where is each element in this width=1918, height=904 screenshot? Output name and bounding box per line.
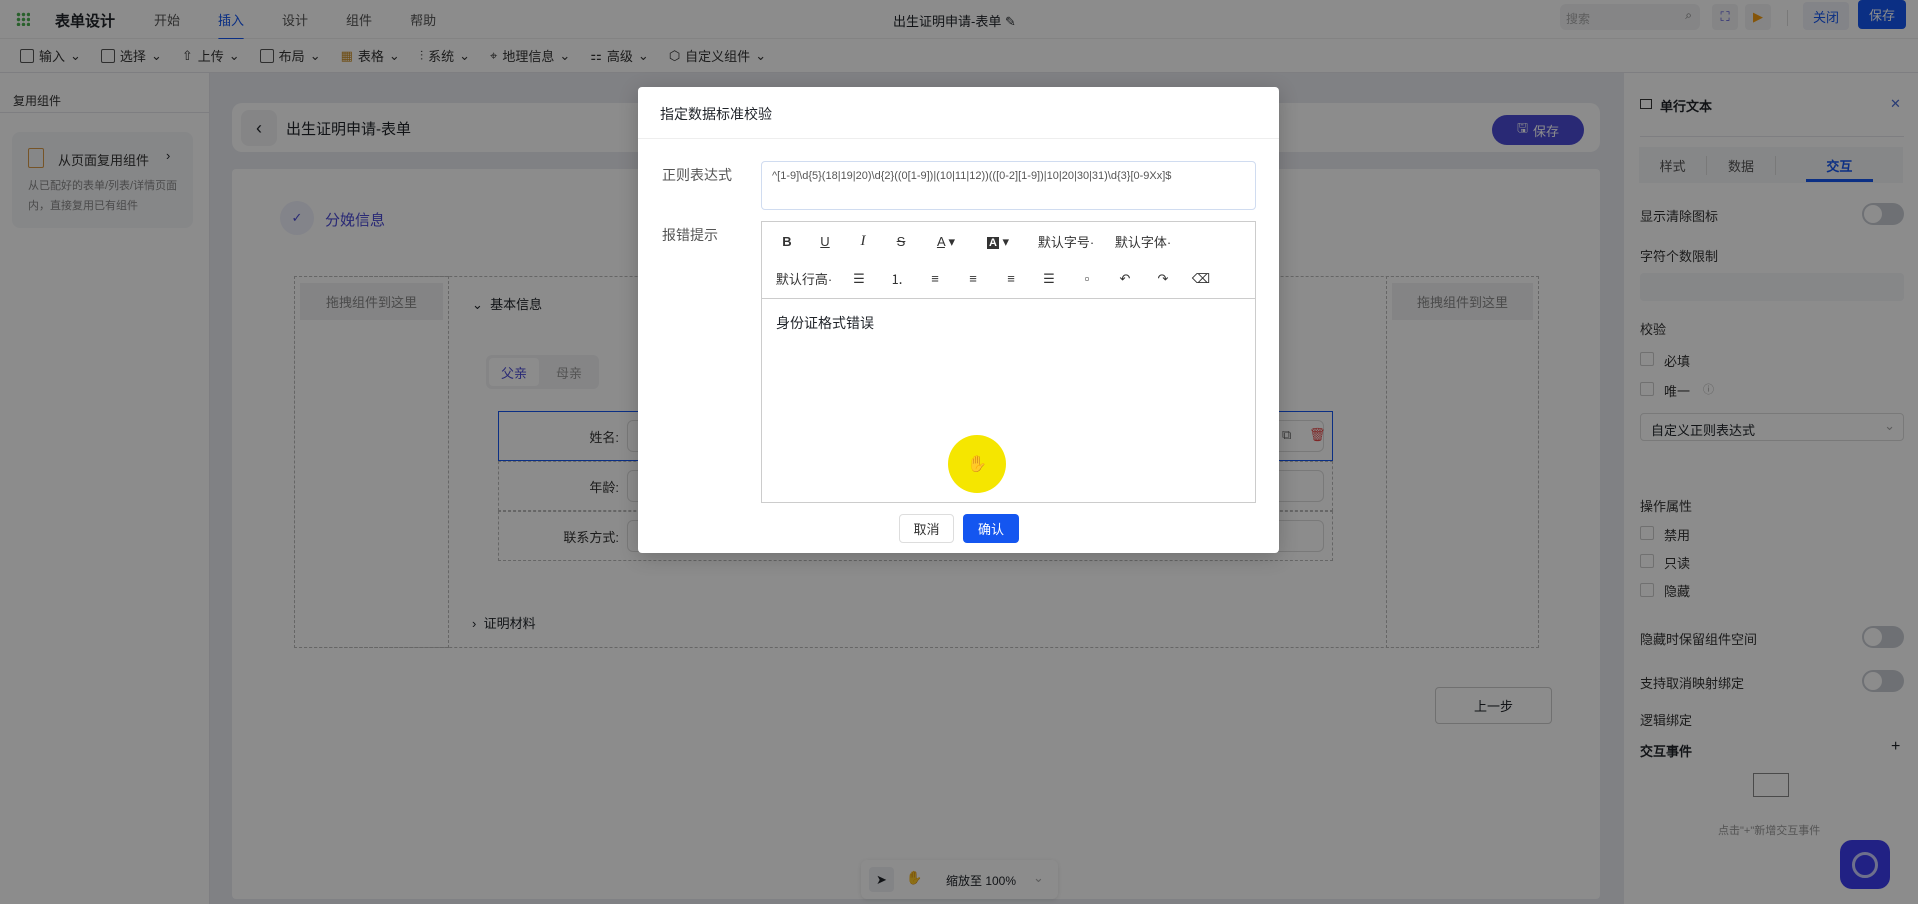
strikethrough-icon[interactable]: S [882, 234, 920, 249]
hand-cursor-icon: ✋ [967, 456, 987, 473]
rich-text-editor: B U I S A ▾ A ▾ 默认字号· 默认字体· 默认行高· ☰ ⒈ ≡ … [761, 221, 1256, 503]
confirm-button[interactable]: 确认 [963, 514, 1019, 543]
error-label: 报错提示 [662, 227, 718, 243]
bullet-list-icon[interactable]: ☰ [840, 271, 878, 287]
font-color-icon[interactable]: A ▾ [920, 234, 972, 250]
bold-icon[interactable]: B [768, 234, 806, 249]
font-size-select[interactable]: 默认字号· [1024, 232, 1108, 251]
italic-icon[interactable]: I [844, 233, 882, 250]
align-left-icon[interactable]: ≡ [916, 271, 954, 286]
cancel-button[interactable]: 取消 [899, 514, 954, 543]
font-family-select[interactable]: 默认字体· [1108, 232, 1178, 251]
regex-input[interactable]: ^[1-9]\d{5}(18|19|20)\d{2}((0[1-9])|(10|… [761, 161, 1256, 210]
align-justify-icon[interactable]: ☰ [1030, 271, 1068, 287]
underline-icon[interactable]: U [806, 234, 844, 249]
editor-content[interactable]: 身份证格式错误 [776, 313, 874, 333]
undo-icon[interactable]: ↶ [1106, 271, 1144, 287]
dialog-title: 指定数据标准校验 [660, 106, 772, 122]
numbered-list-icon[interactable]: ⒈ [878, 269, 916, 288]
align-center-icon[interactable]: ≡ [992, 271, 1030, 286]
font-size-label: 默认字号 [1037, 235, 1090, 250]
cursor-highlight: ✋ [948, 435, 1006, 493]
background-color-icon[interactable]: A ▾ [972, 234, 1024, 250]
font-family-label: 默认字体 [1114, 235, 1167, 250]
redo-icon[interactable]: ↷ [1144, 271, 1182, 287]
editor-toolbar-row1: B U I S A ▾ A ▾ 默认字号· 默认字体· [768, 232, 1178, 251]
regex-label: 正则表达式 [662, 167, 732, 183]
insert-box-icon[interactable]: ▫ [1068, 271, 1106, 286]
align-right-icon[interactable]: ≡ [954, 271, 992, 286]
editor-toolbar-row2: 默认行高· ☰ ⒈ ≡ ≡ ≡ ☰ ▫ ↶ ↷ ⌫ [768, 269, 1220, 288]
line-height-select[interactable]: 默认行高· [768, 269, 840, 288]
line-height-label: 默认行高 [775, 272, 828, 287]
divider [638, 138, 1279, 139]
eraser-icon[interactable]: ⌫ [1182, 271, 1220, 287]
divider [762, 298, 1255, 299]
